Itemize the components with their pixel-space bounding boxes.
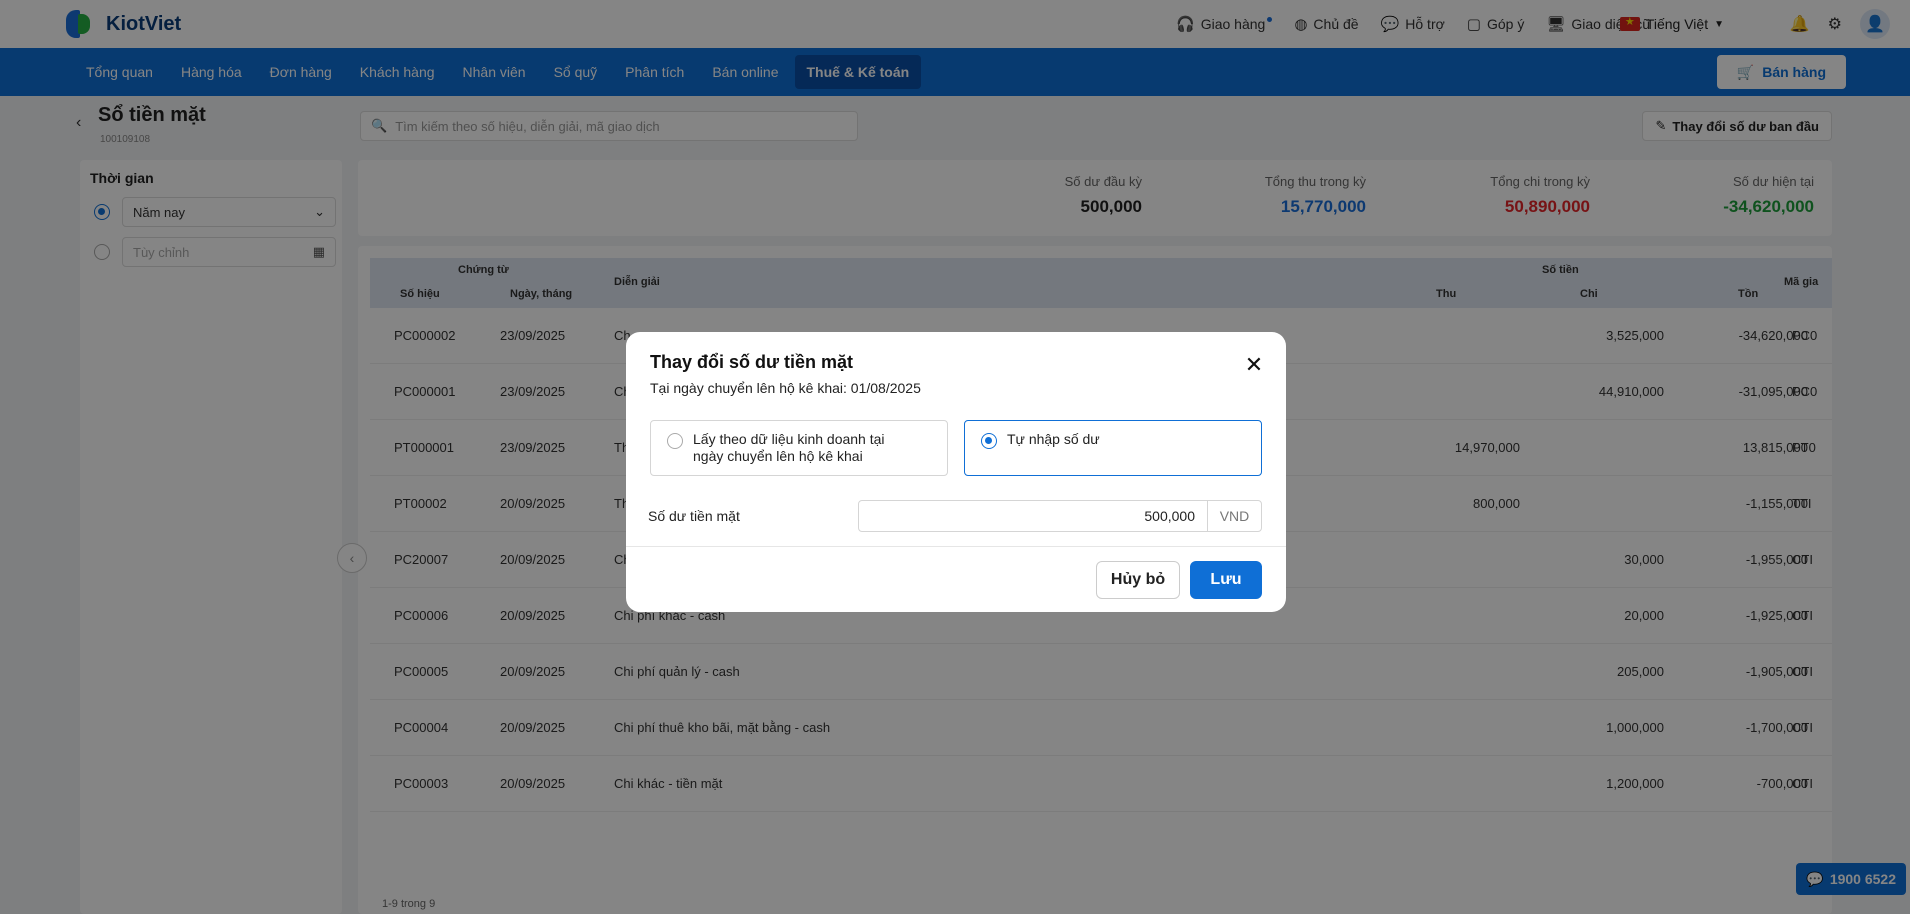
balance-input[interactable] bbox=[859, 501, 1207, 531]
modal-title: Thay đổi số dư tiền mặt bbox=[650, 352, 854, 372]
balance-label: Số dư tiền mặt bbox=[648, 508, 740, 524]
radio-unchecked[interactable] bbox=[667, 433, 683, 449]
modal-divider bbox=[626, 546, 1286, 547]
option-business-data[interactable]: Lấy theo dữ liệu kinh doanh tại ngày chu… bbox=[650, 420, 948, 476]
balance-field: VND bbox=[858, 500, 1262, 532]
option-manual-input[interactable]: Tự nhập số dư bbox=[964, 420, 1262, 476]
radio-checked[interactable] bbox=[981, 433, 997, 449]
save-button[interactable]: Lưu bbox=[1190, 561, 1262, 599]
modal-subtitle: Tại ngày chuyển lên hộ kê khai: 01/08/20… bbox=[650, 380, 921, 396]
cancel-button[interactable]: Hủy bỏ bbox=[1096, 561, 1180, 599]
change-balance-modal: Thay đổi số dư tiền mặt Tại ngày chuyển … bbox=[626, 332, 1286, 612]
currency-unit: VND bbox=[1207, 501, 1261, 531]
close-icon[interactable]: ✕ bbox=[1244, 354, 1264, 376]
